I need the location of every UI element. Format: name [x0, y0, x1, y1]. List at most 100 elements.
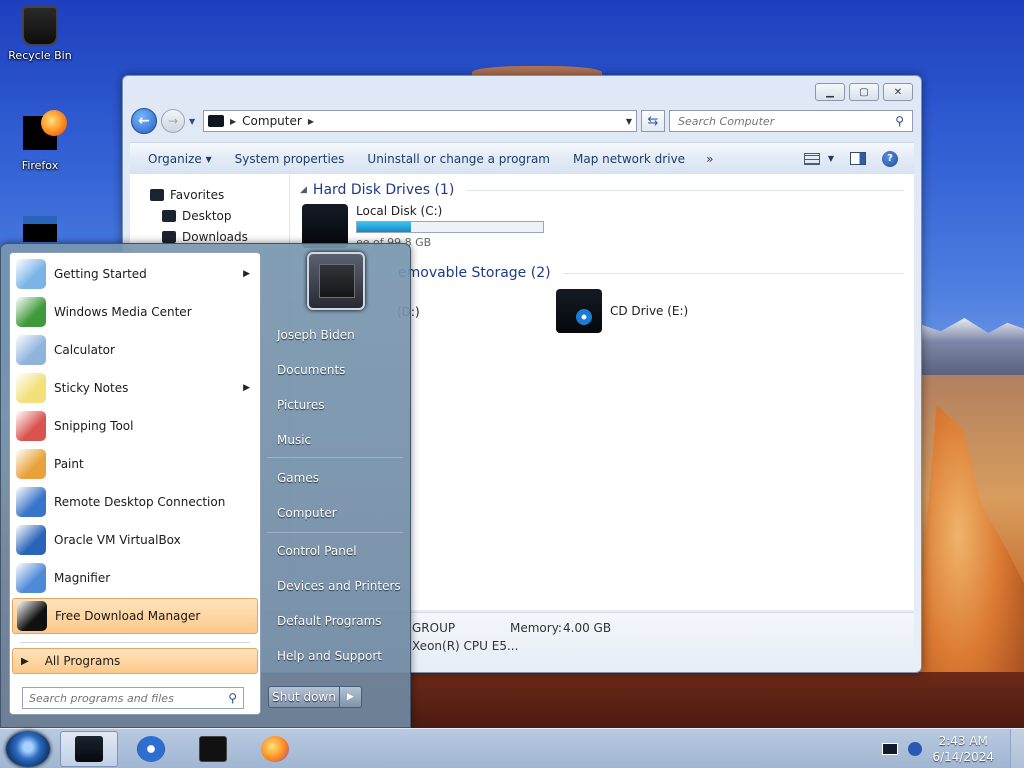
processor-value: Xeon(R) CPU E5...: [412, 639, 519, 653]
shutdown-button[interactable]: Shut down: [268, 686, 340, 708]
wallpaper-mountains: [905, 318, 1024, 378]
start-program-item[interactable]: Snipping Tool: [12, 408, 258, 444]
workgroup-value: GROUP: [412, 621, 456, 635]
breadcrumb-computer[interactable]: Computer: [242, 114, 302, 128]
user-avatar[interactable]: [307, 252, 365, 310]
start-program-item[interactable]: Paint: [12, 446, 258, 482]
default-programs-link[interactable]: Default Programs: [277, 614, 382, 628]
submenu-arrow-icon[interactable]: ▶: [243, 383, 250, 393]
desktop-icon-label: Recycle Bin: [8, 49, 72, 62]
recent-pages-dropdown[interactable]: ▼: [189, 117, 199, 126]
taskbar-explorer-button[interactable]: [60, 731, 118, 767]
action-center-icon[interactable]: [908, 742, 923, 756]
search-icon[interactable]: ⚲: [228, 691, 237, 705]
clock-time: 2:43 AM: [938, 734, 988, 748]
program-label: Magnifier: [54, 571, 111, 585]
memory-label: Memory:: [510, 621, 562, 635]
network-icon[interactable]: [882, 743, 899, 755]
change-view-button[interactable]: ▼: [803, 152, 834, 165]
back-button[interactable]: ←: [131, 108, 157, 134]
program-label: Getting Started: [54, 267, 147, 281]
program-icon: [16, 411, 46, 441]
group-header-removable[interactable]: emovable Storage (2): [398, 265, 904, 281]
desktop-icon-firefox[interactable]: Firefox: [0, 110, 80, 172]
chevron-right-icon[interactable]: ▶: [230, 117, 236, 126]
show-desktop-button[interactable]: [1010, 729, 1024, 768]
start-menu: ▶ All Programs ⚲ Getting Started ▶ Windows…: [0, 243, 411, 728]
start-program-item[interactable]: Calculator: [12, 332, 258, 368]
chevron-right-icon[interactable]: ▶: [308, 117, 314, 126]
start-program-item[interactable]: Magnifier: [12, 560, 258, 596]
system-properties-button[interactable]: System properties: [227, 152, 360, 166]
more-commands-button[interactable]: »: [700, 152, 728, 166]
address-dropdown-icon[interactable]: ▼: [626, 117, 632, 126]
menu-separator: [267, 457, 403, 458]
drive-cd-e[interactable]: CD Drive (E:): [556, 289, 688, 333]
drive-usage-fill: [357, 222, 411, 232]
start-program-item[interactable]: Windows Media Center: [12, 294, 258, 330]
taskbar-media-player-button[interactable]: [122, 731, 180, 767]
pictures-link[interactable]: Pictures: [277, 398, 325, 412]
start-program-item[interactable]: Sticky Notes ▶: [12, 370, 258, 406]
help-icon[interactable]: ?: [882, 150, 898, 167]
program-icon: [16, 259, 46, 289]
help-support-link[interactable]: Help and Support: [277, 649, 382, 663]
computer-link[interactable]: Computer: [277, 506, 337, 520]
virtualbox-icon: [23, 216, 57, 242]
music-link[interactable]: Music: [277, 433, 311, 447]
program-icon: [16, 487, 46, 517]
submenu-arrow-icon[interactable]: ▶: [243, 269, 250, 279]
start-search-box[interactable]: ⚲: [22, 687, 244, 709]
menu-separator: [267, 532, 403, 533]
user-name-link[interactable]: Joseph Biden: [277, 328, 355, 342]
all-programs-button[interactable]: ▶ All Programs: [12, 648, 258, 674]
command-bar: Organize ▾ System properties Uninstall o…: [130, 142, 914, 174]
address-bar[interactable]: ▶ Computer ▶ ▼: [203, 110, 637, 132]
program-label: Remote Desktop Connection: [54, 495, 226, 509]
memory-value: 4.00 GB: [563, 621, 612, 635]
collapse-triangle-icon: ◢: [300, 185, 307, 195]
nav-item-desktop[interactable]: Desktop: [150, 205, 289, 226]
forward-button[interactable]: →: [161, 109, 185, 133]
organize-button[interactable]: Organize ▾: [140, 152, 227, 166]
shutdown-options-button[interactable]: ▶: [340, 686, 362, 708]
shutdown-group: Shut down ▶: [268, 686, 362, 708]
program-icon: [16, 335, 46, 365]
minimize-button[interactable]: ▁: [815, 83, 845, 101]
taskbar-firefox-button[interactable]: [246, 731, 304, 767]
explorer-search-box[interactable]: ⚲: [669, 110, 913, 132]
desktop-icon-recycle-bin[interactable]: Recycle Bin: [0, 6, 80, 62]
games-link[interactable]: Games: [277, 471, 319, 485]
devices-printers-link[interactable]: Devices and Printers: [277, 579, 401, 593]
refresh-button[interactable]: ⇆: [641, 110, 665, 132]
start-button[interactable]: [6, 731, 50, 767]
system-tray: 2:43 AM 6/14/2024: [882, 729, 1024, 768]
firefox-icon: [261, 736, 289, 762]
programs-pane: ▶ All Programs ⚲ Getting Started ▶ Windows…: [9, 252, 261, 715]
start-program-item[interactable]: Getting Started ▶: [12, 256, 258, 292]
chevron-down-icon: ▼: [827, 154, 834, 163]
search-icon[interactable]: ⚲: [895, 114, 904, 128]
explorer-search-input[interactable]: [678, 114, 896, 128]
taskbar-download-manager-button[interactable]: [184, 731, 242, 767]
group-header-hdd[interactable]: ◢ Hard Disk Drives (1): [300, 182, 904, 198]
clock-date: 6/14/2024: [932, 750, 994, 764]
clock[interactable]: 2:43 AM 6/14/2024: [932, 733, 994, 765]
uninstall-program-button[interactable]: Uninstall or change a program: [359, 152, 565, 166]
preview-pane-icon[interactable]: [850, 152, 866, 165]
refresh-icon: ⇆: [647, 113, 659, 129]
program-label: Oracle VM VirtualBox: [54, 533, 181, 547]
maximize-button[interactable]: ▢: [849, 83, 879, 101]
chevron-right-icon: ▶: [347, 692, 354, 702]
control-panel-link[interactable]: Control Panel: [277, 544, 357, 558]
map-network-drive-button[interactable]: Map network drive: [565, 152, 700, 166]
start-program-item[interactable]: Remote Desktop Connection: [12, 484, 258, 520]
arrow-left-icon: ←: [138, 113, 150, 129]
start-search-input[interactable]: [29, 691, 229, 705]
close-button[interactable]: ✕: [883, 83, 913, 101]
view-icon: [803, 152, 820, 165]
start-program-item[interactable]: Free Download Manager: [12, 598, 258, 634]
documents-link[interactable]: Documents: [277, 363, 345, 377]
start-program-item[interactable]: Oracle VM VirtualBox: [12, 522, 258, 558]
nav-item-favorites[interactable]: Favorites: [150, 184, 289, 205]
